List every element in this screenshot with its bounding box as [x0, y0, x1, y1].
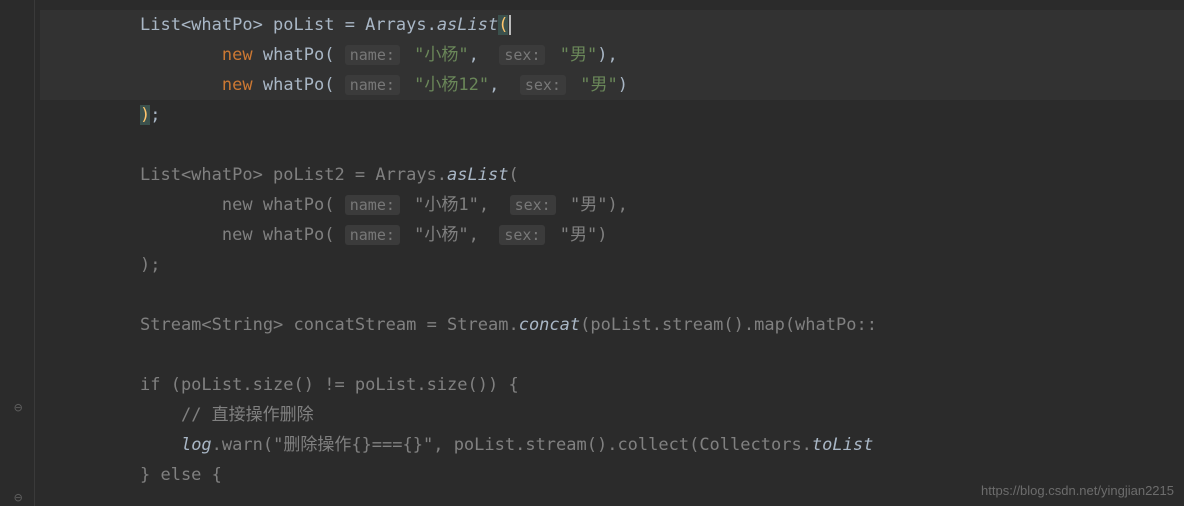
string-literal: "男" [570, 195, 607, 215]
code-text: , [469, 225, 500, 245]
param-hint: name: [345, 195, 400, 215]
variable: log [181, 435, 212, 455]
code-line[interactable] [40, 130, 1184, 160]
code-text: ); [140, 255, 160, 275]
code-text: whatPo( [253, 75, 335, 95]
code-line[interactable]: new whatPo( name: "小杨12", sex: "男") [40, 70, 1184, 100]
string-literal: "小杨12" [414, 75, 489, 95]
code-line[interactable]: List<whatPo> poList2 = Arrays.asList( [40, 160, 1184, 190]
string-literal: "小杨" [414, 45, 468, 65]
method-call: asList [437, 15, 498, 35]
comment: // 直接操作删除 [181, 405, 314, 425]
code-line[interactable]: new whatPo( name: "小杨", sex: "男"), [40, 40, 1184, 70]
paren-open: ( [498, 15, 508, 35]
method-call: concat [519, 315, 580, 335]
param-hint: sex: [499, 225, 545, 245]
code-text: ( [508, 165, 518, 185]
code-line[interactable]: log.warn("删除操作{}==={}", poList.stream().… [40, 430, 1184, 460]
code-line[interactable]: Stream<String> concatStream = Stream.con… [40, 310, 1184, 340]
code-text: new whatPo( [222, 225, 335, 245]
code-text: List<whatPo> poList2 = Arrays. [140, 165, 447, 185]
code-text: ) [597, 225, 607, 245]
code-text: List<whatPo> poList = Arrays. [140, 15, 437, 35]
string-literal: "小杨1" [414, 195, 479, 215]
code-line[interactable]: new whatPo( name: "小杨1", sex: "男"), [40, 190, 1184, 220]
code-text: ) [618, 75, 628, 95]
code-text: if (poList.size() != poList.size()) { [140, 375, 519, 395]
code-line[interactable]: // 直接操作删除 [40, 400, 1184, 430]
code-text: new whatPo( [222, 195, 335, 215]
code-text: , [489, 75, 520, 95]
string-literal: "男" [560, 225, 597, 245]
code-line[interactable] [40, 280, 1184, 310]
code-editor[interactable]: List<whatPo> poList = Arrays.asList( new… [0, 0, 1184, 490]
code-text: , [469, 45, 500, 65]
text-cursor [509, 15, 511, 35]
code-text: whatPo( [253, 45, 335, 65]
param-hint: sex: [510, 195, 556, 215]
code-line[interactable]: ); [40, 100, 1184, 130]
string-literal: "小杨" [414, 225, 468, 245]
code-line[interactable] [40, 340, 1184, 370]
collapse-icon[interactable]: ⊖ [14, 490, 22, 506]
code-line[interactable]: if (poList.size() != poList.size()) { [40, 370, 1184, 400]
param-hint: name: [345, 75, 400, 95]
keyword: new [222, 45, 253, 65]
watermark-text: https://blog.csdn.net/yingjian2215 [981, 483, 1174, 498]
code-text: .warn( [212, 435, 273, 455]
code-text: , poList.stream().collect(Collectors. [433, 435, 812, 455]
code-line[interactable]: new whatPo( name: "小杨", sex: "男") [40, 220, 1184, 250]
code-text: } else { [140, 465, 222, 485]
param-hint: name: [345, 45, 400, 65]
string-literal: "男" [560, 45, 597, 65]
code-line[interactable]: ); [40, 250, 1184, 280]
code-text: ), [597, 45, 617, 65]
code-text: , [479, 195, 510, 215]
param-hint: name: [345, 225, 400, 245]
code-text: ), [607, 195, 627, 215]
string-literal: "删除操作{}==={}" [273, 435, 433, 455]
code-text: (poList.stream().map(whatPo:: [580, 315, 877, 335]
string-literal: "男" [580, 75, 617, 95]
paren-close: ) [140, 105, 150, 125]
keyword: new [222, 75, 253, 95]
param-hint: sex: [520, 75, 566, 95]
method-call: toList [812, 435, 873, 455]
method-call: asList [447, 165, 508, 185]
code-text: Stream<String> concatStream = Stream. [140, 315, 519, 335]
code-text: ; [150, 105, 160, 125]
param-hint: sex: [499, 45, 545, 65]
code-line[interactable]: List<whatPo> poList = Arrays.asList( [40, 10, 1184, 40]
